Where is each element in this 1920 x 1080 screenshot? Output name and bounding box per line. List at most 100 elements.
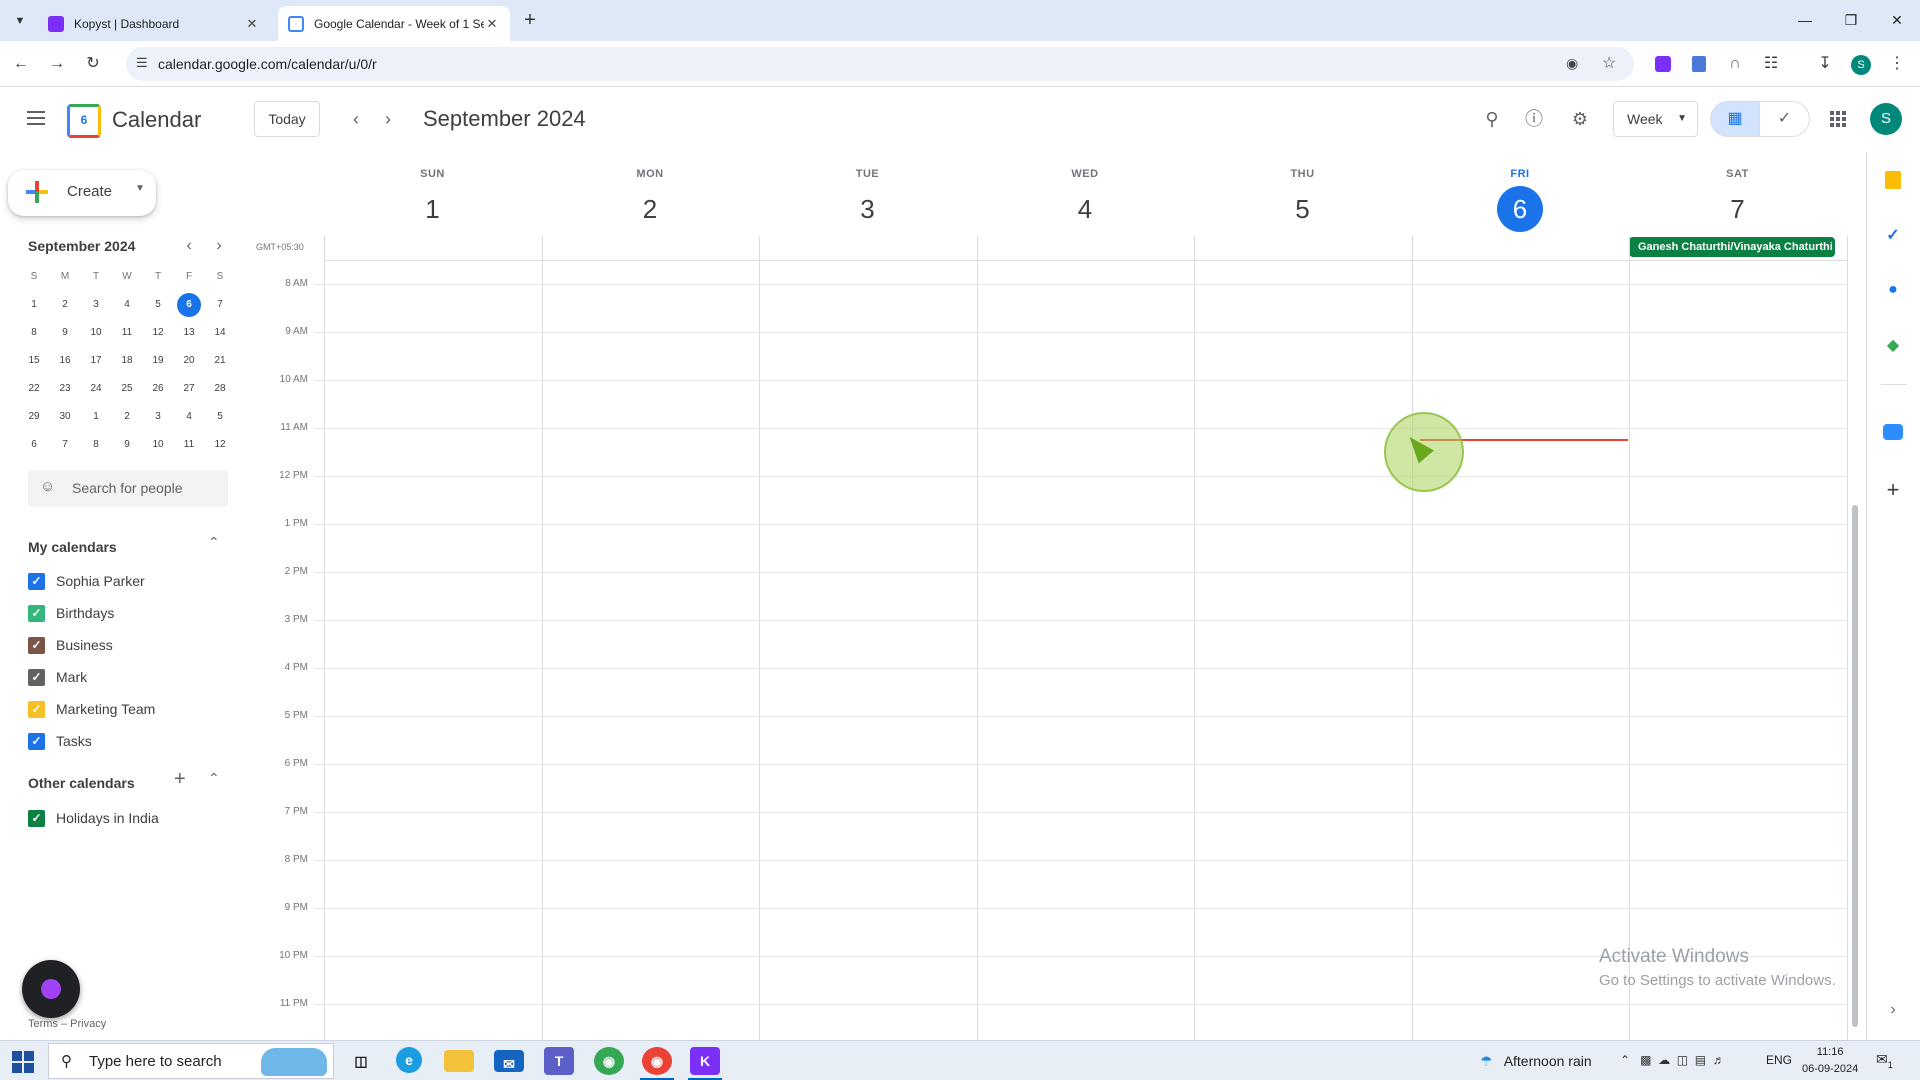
mini-calendar-next-icon[interactable]: › [205,232,233,260]
privacy-eye-icon[interactable]: ◉ [1566,55,1578,72]
assistant-bubble-icon[interactable] [22,960,80,1018]
google-apps-icon[interactable] [1818,99,1858,139]
mini-calendar-day[interactable]: 27 [177,377,201,401]
mini-calendar-day[interactable]: 10 [146,433,170,457]
day-number[interactable]: 1 [410,186,456,232]
mini-calendar-day[interactable]: 16 [53,349,77,373]
checkbox-checked-icon[interactable]: ✓ [28,637,45,654]
mini-calendar-day[interactable]: 9 [53,321,77,345]
chrome-icon[interactable]: ◉ [594,1047,624,1075]
back-icon[interactable]: ← [8,51,34,77]
tray-app-icon[interactable]: ▩ [1640,1053,1651,1067]
day-header[interactable]: SUN 1 [324,168,541,232]
mini-calendar-day[interactable]: 2 [115,405,139,429]
tray-device-icon[interactable]: ◫ [1677,1053,1688,1067]
checkbox-checked-icon[interactable]: ✓ [28,701,45,718]
teams-icon[interactable]: T [544,1047,574,1075]
day-number-today[interactable]: 6 [1497,186,1543,232]
task-view-icon[interactable]: ◫ [346,1047,376,1075]
extensions-puzzle-icon[interactable]: ☷ [1758,51,1784,77]
main-menu-icon[interactable] [20,107,52,131]
settings-gear-icon[interactable]: ⚙ [1560,99,1600,139]
mini-calendar-day[interactable]: 5 [208,405,232,429]
browser-tab-calendar[interactable]: Google Calendar - Week of 1 Se ✕ [278,6,510,41]
other-calendars-heading[interactable]: Other calendars [28,775,135,791]
day-number[interactable]: 2 [627,186,673,232]
language-indicator[interactable]: ENG [1766,1053,1792,1067]
taskbar-clock[interactable]: 11:16 06-09-2024 [1802,1044,1858,1078]
volume-icon[interactable]: ♬ [1713,1053,1725,1067]
mini-calendar-day[interactable]: 12 [146,321,170,345]
mini-calendar-day[interactable]: 11 [177,433,201,457]
address-bar[interactable]: ☰ calendar.google.com/calendar/u/0/r ◉ ☆ [126,47,1634,81]
day-header[interactable]: TUE 3 [759,168,976,232]
site-info-icon[interactable]: ☰ [136,55,148,71]
maps-icon[interactable]: ◆ [1881,334,1905,358]
search-icon[interactable]: ⚲ [1472,99,1512,139]
docs-extension-icon[interactable] [1686,51,1712,77]
day-header[interactable]: THU 5 [1194,168,1411,232]
taskbar-search-input[interactable]: ⚲ Type here to search [48,1043,334,1079]
day-number[interactable]: 5 [1280,186,1326,232]
help-icon[interactable]: ⓘ [1514,99,1554,139]
show-hidden-icons-chevron-icon[interactable]: ⌃ [1620,1053,1630,1067]
keep-icon[interactable] [1881,168,1905,192]
forward-icon[interactable]: → [44,51,70,77]
edge-icon[interactable]: e [396,1047,422,1073]
grid-scrollbar[interactable] [1852,505,1858,1027]
create-button[interactable]: Create ▼ [8,170,156,216]
mini-calendar-day[interactable]: 7 [53,433,77,457]
kopyst-taskbar-icon[interactable]: K [690,1047,720,1075]
mini-calendar-day[interactable]: 30 [53,405,77,429]
onedrive-icon[interactable]: ☁ [1658,1053,1670,1067]
day-header[interactable]: MON 2 [542,168,759,232]
zoom-icon[interactable] [1881,420,1905,444]
browser-tab-kopyst[interactable]: Kopyst | Dashboard ✕ [38,6,270,41]
mini-calendar-day[interactable]: 21 [208,349,232,373]
today-button[interactable]: Today [254,101,320,137]
expand-panel-chevron-icon[interactable]: › [1881,998,1905,1022]
tab-search-dropdown-icon[interactable]: ▼ [8,10,32,32]
mini-calendar-day[interactable]: 2 [53,293,77,317]
reload-icon[interactable]: ↻ [80,51,106,77]
day-number[interactable]: 7 [1715,186,1761,232]
day-header[interactable]: SAT 7 [1629,168,1846,232]
kopyst-extension-icon[interactable] [1650,51,1676,77]
system-tray[interactable]: ⌃ ▩ ☁ ◫ ▤ ♬ [1620,1053,1725,1067]
mini-calendar-day[interactable]: 11 [115,321,139,345]
minimize-window-icon[interactable]: — [1782,8,1828,32]
close-tab-icon[interactable]: ✕ [484,16,500,32]
mini-calendar-day[interactable]: 3 [146,405,170,429]
mini-calendar-day[interactable]: 25 [115,377,139,401]
search-people-input[interactable]: ☺ Search for people [28,470,228,507]
mini-calendar-day[interactable]: 10 [84,321,108,345]
download-icon[interactable]: ↧ [1812,51,1838,77]
weather-widget[interactable]: ☂ Afternoon rain [1480,1053,1592,1070]
view-selector[interactable]: Week ▼ [1613,101,1698,137]
collapse-chevron-up-icon[interactable]: ⌃ [208,770,220,787]
checkbox-checked-icon[interactable]: ✓ [28,810,45,827]
mini-calendar-day[interactable]: 26 [146,377,170,401]
chrome-profile-icon[interactable]: ◉ [642,1047,672,1075]
mini-calendar-day[interactable]: 28 [208,377,232,401]
previous-week-icon[interactable]: ‹ [342,105,370,133]
mini-calendar-day[interactable]: 3 [84,293,108,317]
tasks-icon[interactable]: ✓ [1881,224,1905,248]
get-addons-plus-icon[interactable]: + [1881,478,1905,502]
profile-avatar[interactable]: S [1848,51,1874,77]
mini-calendar-day[interactable]: 14 [208,321,232,345]
network-icon[interactable]: ▤ [1695,1053,1706,1067]
mini-calendar-day[interactable]: 29 [22,405,46,429]
mini-calendar-day[interactable]: 13 [177,321,201,345]
mini-calendar-day[interactable]: 4 [177,405,201,429]
mini-calendar-day[interactable]: 1 [84,405,108,429]
mini-calendar-day[interactable]: 7 [208,293,232,317]
checkbox-checked-icon[interactable]: ✓ [28,669,45,686]
calendar-view-toggle-icon[interactable]: ▦ [1710,101,1760,137]
checkbox-checked-icon[interactable]: ✓ [28,605,45,622]
file-explorer-icon[interactable] [444,1050,474,1072]
mini-calendar-day[interactable]: 24 [84,377,108,401]
checkbox-checked-icon[interactable]: ✓ [28,573,45,590]
mini-calendar-day[interactable]: 18 [115,349,139,373]
mini-calendar-day[interactable]: 8 [22,321,46,345]
